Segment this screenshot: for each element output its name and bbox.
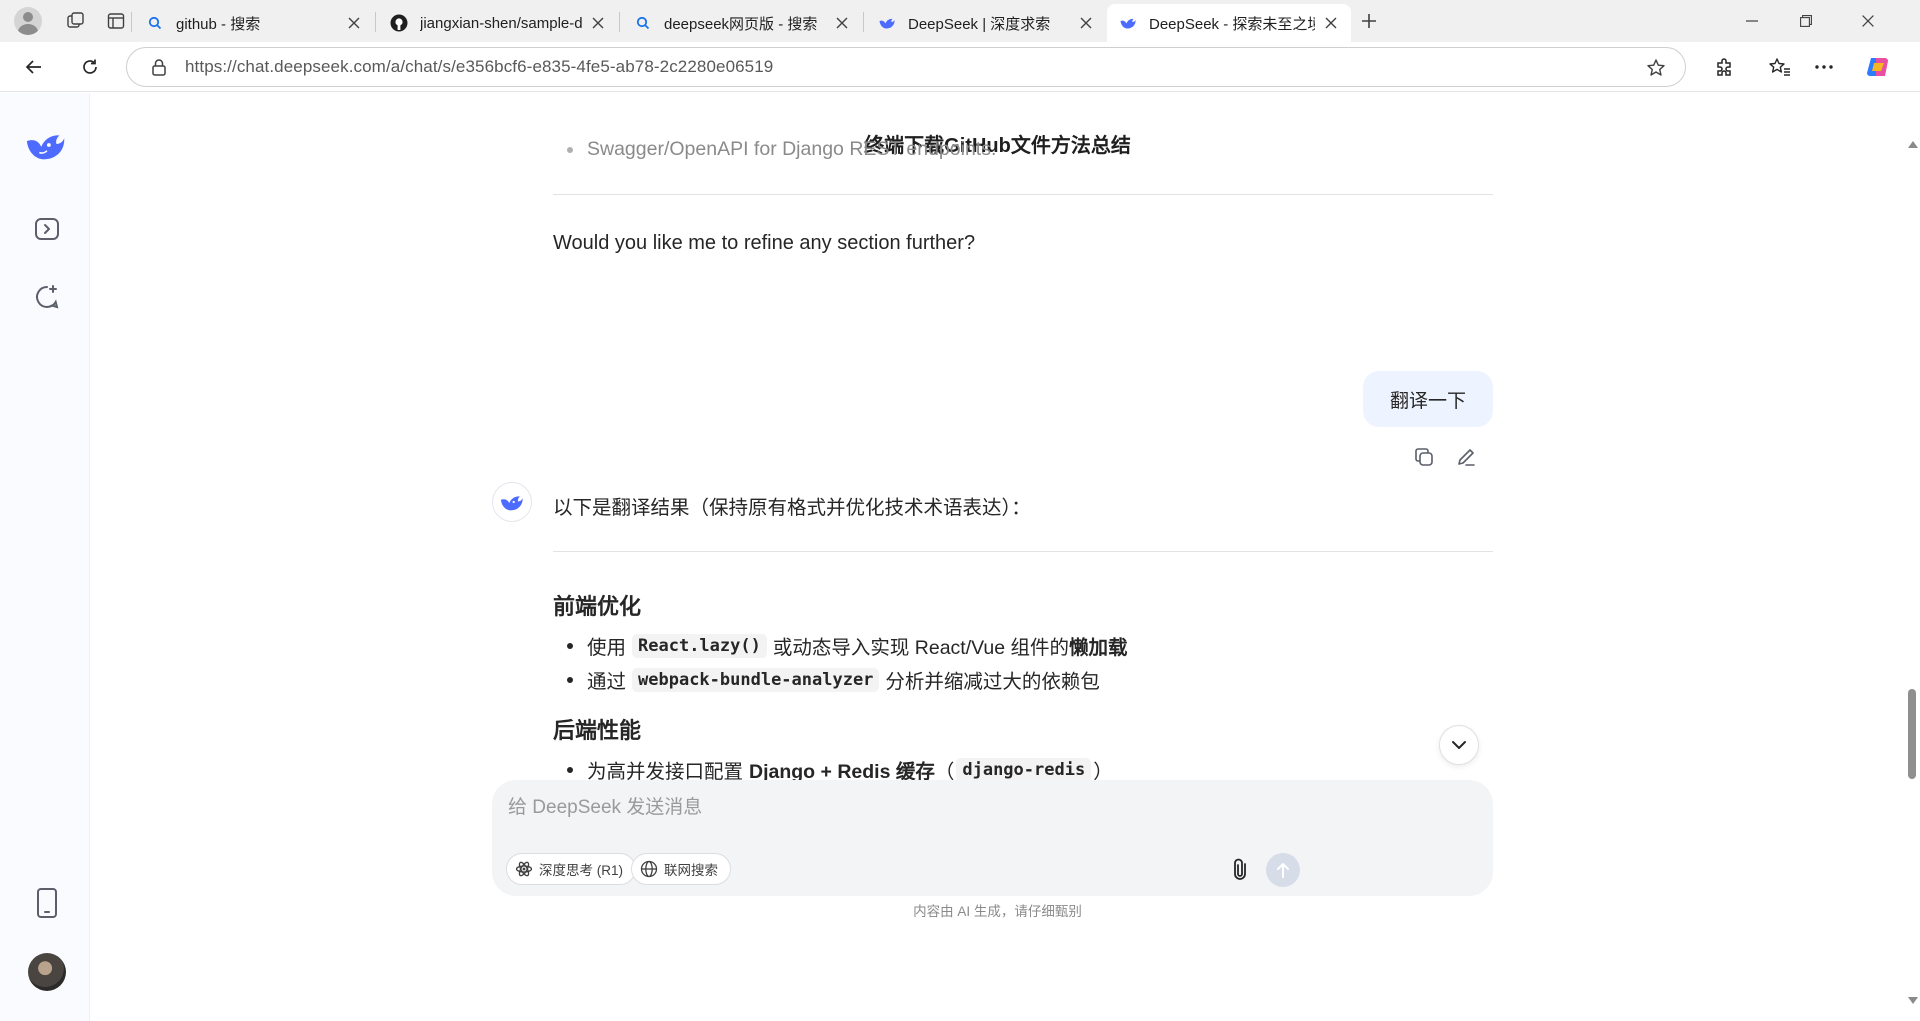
- list-item: Swagger/OpenAPI for Django REST endpoint…: [553, 138, 996, 161]
- browser-tab-active[interactable]: DeepSeek - 探索未至之境: [1107, 4, 1351, 42]
- web-search-label: 联网搜索: [664, 863, 718, 878]
- tab-actions-icon[interactable]: [102, 7, 130, 35]
- text-run: 分析并缩减过大的依赖包: [885, 671, 1100, 693]
- assistant-avatar-icon: [492, 482, 532, 522]
- user-avatar[interactable]: [28, 953, 66, 991]
- close-window-icon[interactable]: [1840, 0, 1896, 42]
- workspaces-icon[interactable]: [62, 7, 90, 35]
- user-message-bubble: 翻译一下: [1363, 371, 1493, 427]
- close-tab-icon[interactable]: [1321, 13, 1341, 33]
- browser-tab[interactable]: github - 搜索: [134, 4, 374, 42]
- scrollbar-thumb[interactable]: [1908, 689, 1916, 779]
- close-tab-icon[interactable]: [832, 13, 852, 33]
- deepseek-icon: [878, 14, 896, 32]
- deep-think-button[interactable]: 深度思考 (R1): [506, 853, 636, 885]
- expand-sidebar-icon[interactable]: [25, 207, 69, 251]
- browser-toolbar: https://chat.deepseek.com/a/chat/s/e356b…: [0, 42, 1920, 92]
- text-run: 或动态导入实现 React/Vue 组件的: [772, 637, 1070, 659]
- arrow-up-icon: [1277, 863, 1289, 878]
- message-composer: 深度思考 (R1) 联网搜索: [492, 780, 1493, 896]
- more-options-icon[interactable]: [1808, 51, 1840, 83]
- inline-code: django-redis: [956, 757, 1092, 782]
- new-chat-icon[interactable]: [25, 275, 69, 319]
- text-run: 通过: [587, 671, 627, 693]
- address-bar[interactable]: https://chat.deepseek.com/a/chat/s/e356b…: [126, 47, 1686, 87]
- deepseek-icon: [1119, 14, 1137, 32]
- web-search-button[interactable]: 联网搜索: [631, 853, 731, 885]
- tab-title: github - 搜索: [176, 15, 261, 33]
- message-input[interactable]: [508, 794, 1408, 822]
- copy-icon[interactable]: [1410, 443, 1438, 471]
- scroll-down-arrow-icon[interactable]: [1908, 997, 1918, 1004]
- close-tab-icon[interactable]: [344, 13, 364, 33]
- ai-disclaimer: 内容由 AI 生成，请仔细甄别: [913, 904, 1082, 919]
- back-arrow-icon[interactable]: [18, 51, 50, 83]
- tab-title: jiangxian-shen/sample-django-pr: [420, 14, 582, 32]
- close-tab-icon[interactable]: [1076, 13, 1096, 33]
- extensions-icon[interactable]: [1708, 51, 1740, 83]
- atom-icon: [515, 860, 533, 878]
- close-tab-icon[interactable]: [588, 13, 608, 33]
- list-item: 使用 React.lazy() 或动态导入实现 React/Vue 组件的 懒加…: [553, 631, 1128, 660]
- inline-code: React.lazy(): [632, 633, 767, 658]
- globe-icon: [640, 860, 658, 878]
- app-sidebar: [0, 93, 90, 1021]
- url-text[interactable]: https://chat.deepseek.com/a/chat/s/e356b…: [185, 57, 773, 77]
- deepseek-logo-icon[interactable]: [24, 123, 68, 167]
- new-tab-icon[interactable]: [1355, 7, 1383, 35]
- restore-icon[interactable]: [1778, 0, 1834, 42]
- browser-tab[interactable]: DeepSeek | 深度求索: [866, 4, 1106, 42]
- github-icon: [390, 14, 408, 32]
- chat-area: 终端下载GitHub文件方法总结 Swagger/OpenAPI for Dja…: [91, 93, 1904, 1021]
- scroll-to-bottom-button[interactable]: [1439, 725, 1479, 765]
- section-heading: 前端优化: [553, 594, 642, 619]
- search-icon: [146, 14, 164, 32]
- browser-tab[interactable]: jiangxian-shen/sample-django-pr: [378, 4, 618, 42]
- mobile-app-icon[interactable]: [25, 881, 69, 925]
- favorite-star-icon[interactable]: [1645, 57, 1667, 79]
- refresh-icon[interactable]: [74, 51, 106, 83]
- minimize-icon[interactable]: [1724, 0, 1780, 42]
- search-icon: [634, 14, 652, 32]
- inline-code: webpack-bundle-analyzer: [632, 667, 880, 692]
- bold-text: 懒加载: [1069, 637, 1128, 659]
- assistant-paragraph: Would you like me to refine any section …: [553, 232, 976, 254]
- favorites-icon[interactable]: [1764, 51, 1796, 83]
- list-item-text: Swagger/OpenAPI for Django REST endpoint…: [587, 138, 997, 160]
- browser-tab-strip: github - 搜索 jiangxian-shen/sample-django…: [0, 0, 1920, 42]
- profile-avatar-icon[interactable]: [14, 7, 42, 35]
- lock-icon[interactable]: [149, 57, 169, 77]
- edit-icon[interactable]: [1452, 443, 1480, 471]
- user-message-text: 翻译一下: [1389, 390, 1466, 412]
- divider: [553, 194, 1493, 195]
- tab-title: deepseek网页版 - 搜索: [664, 15, 818, 33]
- tab-title: DeepSeek - 探索未至之境: [1149, 15, 1315, 33]
- assistant-intro: 以下是翻译结果（保持原有格式并优化技术术语表达）：: [553, 497, 1031, 519]
- scroll-up-arrow-icon[interactable]: [1908, 141, 1918, 148]
- deep-think-label: 深度思考 (R1): [539, 863, 623, 878]
- scrollbar[interactable]: [1904, 93, 1920, 1021]
- section-heading: 后端性能: [553, 718, 642, 743]
- list-item: 通过 webpack-bundle-analyzer 分析并缩减过大的依赖包: [553, 665, 1100, 694]
- copilot-icon[interactable]: [1862, 51, 1894, 83]
- divider: [553, 551, 1493, 552]
- paperclip-icon[interactable]: [1225, 855, 1255, 885]
- text-run: 使用: [587, 637, 627, 659]
- send-button[interactable]: [1266, 853, 1300, 887]
- browser-tab[interactable]: deepseek网页版 - 搜索: [622, 4, 862, 42]
- tab-title: DeepSeek | 深度求索: [908, 15, 1051, 33]
- chat-title: 终端下载GitHub文件方法总结: [864, 135, 1131, 157]
